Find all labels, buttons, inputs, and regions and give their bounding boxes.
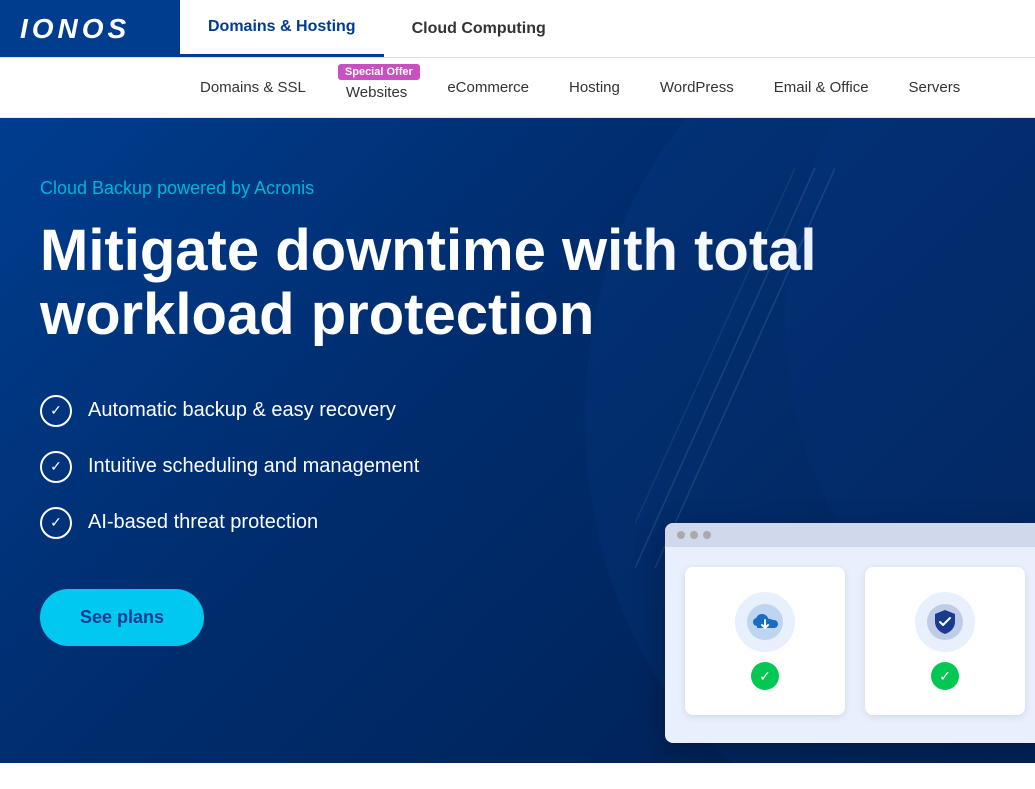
shield-card: ✓ — [865, 567, 1025, 715]
browser-mockup: ✓ ✓ — [665, 523, 1035, 743]
tab-cloud-computing[interactable]: Cloud Computing — [384, 0, 574, 57]
logo: IONOS — [20, 13, 130, 45]
check-icon-2: ✓ — [40, 451, 72, 483]
subnav-item-websites[interactable]: Special Offer Websites — [326, 58, 427, 117]
browser-content: ✓ ✓ — [665, 547, 1035, 735]
subnav-websites-label: Websites — [346, 84, 407, 101]
subnav-item-wordpress[interactable]: WordPress — [640, 63, 754, 112]
sub-nav: Domains & SSL Special Offer Websites eCo… — [0, 58, 1035, 118]
subnav-item-ecommerce[interactable]: eCommerce — [427, 63, 549, 112]
subnav-item-servers[interactable]: Servers — [889, 63, 981, 112]
top-nav: IONOS Domains & Hosting Cloud Computing — [0, 0, 1035, 58]
tab-domains-hosting[interactable]: Domains & Hosting — [180, 0, 384, 57]
feature-text-3: AI-based threat protection — [88, 511, 318, 534]
subnav-item-email-office[interactable]: Email & Office — [754, 63, 889, 112]
feature-text-1: Automatic backup & easy recovery — [88, 399, 396, 422]
see-plans-button[interactable]: See plans — [40, 589, 204, 646]
shield-icon — [925, 602, 965, 642]
deco-lines — [635, 168, 835, 568]
hero-section: Cloud Backup powered by Acronis Mitigate… — [0, 118, 1035, 763]
shield-icon-bg — [915, 592, 975, 652]
subnav-item-hosting[interactable]: Hosting — [549, 63, 640, 112]
subnav-item-domains-ssl[interactable]: Domains & SSL — [180, 63, 326, 112]
browser-bar — [665, 523, 1035, 547]
header: IONOS Domains & Hosting Cloud Computing … — [0, 0, 1035, 118]
logo-area: IONOS — [0, 0, 180, 57]
check-circle-green-1: ✓ — [751, 662, 779, 690]
browser-window: ✓ ✓ — [665, 523, 1035, 743]
special-offer-badge: Special Offer — [338, 64, 420, 80]
backup-card: ✓ — [685, 567, 845, 715]
check-circle-green-2: ✓ — [931, 662, 959, 690]
browser-dot-1 — [677, 531, 685, 539]
cloud-backup-icon — [745, 602, 785, 642]
check-icon-1: ✓ — [40, 395, 72, 427]
feature-text-2: Intuitive scheduling and management — [88, 455, 419, 478]
check-icon-3: ✓ — [40, 507, 72, 539]
browser-dot-2 — [690, 531, 698, 539]
browser-dot-3 — [703, 531, 711, 539]
cloud-backup-icon-bg — [735, 592, 795, 652]
